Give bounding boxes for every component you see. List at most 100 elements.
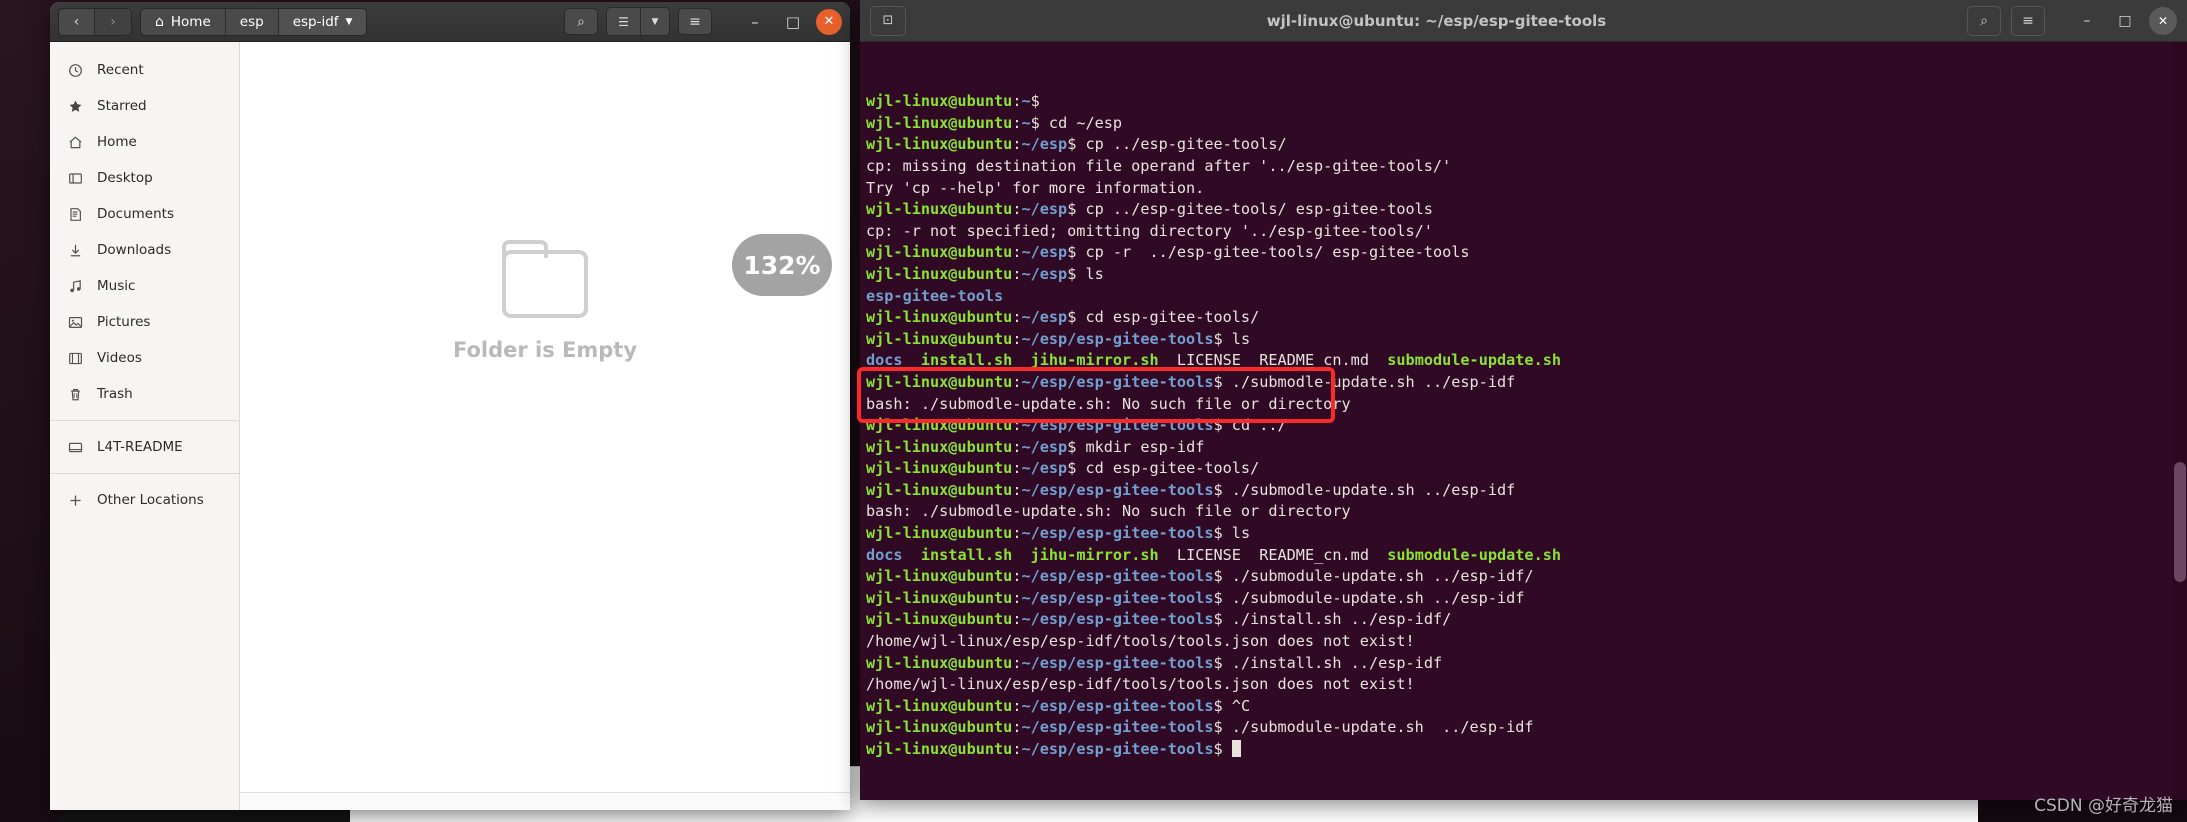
- search-button[interactable]: ⌕: [564, 8, 598, 35]
- terminal-line: docs install.sh jihu-mirror.sh LICENSE R…: [866, 350, 2187, 372]
- terminal-line: wjl-linux@ubuntu:~/esp/esp-gitee-tools$ …: [866, 372, 2187, 394]
- terminal-line: wjl-linux@ubuntu:~/esp$ ls: [866, 264, 2187, 286]
- sidebar-item-home[interactable]: Home: [50, 124, 239, 160]
- minimize-button[interactable]: –: [740, 7, 770, 37]
- sidebar-divider-2: [50, 473, 239, 474]
- music-note-icon: [67, 278, 84, 295]
- terminal-screen[interactable]: wjl-linux@ubuntu:~$ wjl-linux@ubuntu:~$ c…: [860, 42, 2187, 800]
- terminal-output: wjl-linux@ubuntu:~$ wjl-linux@ubuntu:~$ c…: [866, 91, 2187, 760]
- sidebar-item-documents[interactable]: Documents: [50, 196, 239, 232]
- prompt-path: :~/esp/esp-gitee-tools$: [1012, 372, 1223, 391]
- sidebar-label-recent: Recent: [97, 62, 144, 78]
- prompt-user: wjl-linux@ubuntu: [866, 696, 1013, 715]
- terminal-window[interactable]: ⊡ wjl-linux@ubuntu: ~/esp/esp-gitee-tool…: [860, 0, 2187, 800]
- terminal-line: wjl-linux@ubuntu:~/esp$ cd esp-gitee-too…: [866, 458, 2187, 480]
- sidebar-item-recent[interactable]: Recent: [50, 52, 239, 88]
- terminal-maximize-button[interactable]: □: [2111, 7, 2139, 35]
- prompt-user: wjl-linux@ubuntu: [866, 329, 1013, 348]
- prompt-user: wjl-linux@ubuntu: [866, 588, 1013, 607]
- prompt-path: :~$: [1012, 92, 1040, 111]
- breadcrumb-item-esp[interactable]: esp: [225, 8, 279, 35]
- view-dropdown-button[interactable]: ▼: [641, 8, 669, 35]
- sidebar-item-desktop[interactable]: Desktop: [50, 160, 239, 196]
- sidebar-label-videos: Videos: [97, 350, 142, 366]
- ls-entry: install.sh: [920, 545, 1013, 564]
- navigation-buttons: ‹ ›: [58, 7, 132, 36]
- prompt-path: :~/esp/esp-gitee-tools$: [1012, 329, 1223, 348]
- prompt-path: :~/esp$: [1012, 200, 1077, 219]
- new-tab-button[interactable]: ⊡: [870, 5, 906, 36]
- forward-button[interactable]: ›: [95, 8, 131, 35]
- terminal-output-text: cp: -r not specified; omitting directory…: [866, 221, 1433, 240]
- terminal-minimize-button[interactable]: –: [2073, 7, 2101, 35]
- desktop-icon: [67, 170, 84, 187]
- terminal-line: wjl-linux@ubuntu:~$ cd ~/esp: [866, 113, 2187, 135]
- prompt-command: cp ../esp-gitee-tools/: [1076, 135, 1287, 154]
- ls-entry-gap: [903, 351, 921, 369]
- prompt-path: :~/esp$: [1012, 308, 1077, 327]
- prompt-user: wjl-linux@ubuntu: [866, 308, 1013, 327]
- ls-entry-gap: [1241, 546, 1259, 564]
- terminal-line: cp: -r not specified; omitting directory…: [866, 221, 2187, 243]
- prompt-path: :~/esp/esp-gitee-tools$: [1012, 610, 1223, 629]
- prompt-path: :~/esp/esp-gitee-tools$: [1012, 567, 1223, 586]
- prompt-path: :~/esp$: [1012, 459, 1077, 478]
- breadcrumb-item-esp-idf[interactable]: esp-idf ▼: [278, 8, 367, 35]
- terminal-line: wjl-linux@ubuntu:~/esp/esp-gitee-tools$ …: [866, 480, 2187, 502]
- sidebar-label-starred: Starred: [97, 98, 147, 114]
- maximize-icon: □: [785, 12, 801, 31]
- prompt-command: mkdir esp-idf: [1076, 437, 1205, 456]
- ls-entry: jihu-mirror.sh: [1030, 351, 1159, 370]
- list-view-button[interactable]: ☰: [607, 8, 641, 35]
- close-button[interactable]: ✕: [816, 8, 842, 35]
- breadcrumb-label-esp-idf: esp-idf: [292, 13, 339, 30]
- terminal-search-button[interactable]: ⌕: [1967, 5, 2001, 36]
- terminal-scrollbar-thumb[interactable]: [2174, 462, 2186, 582]
- list-view-icon: ☰: [618, 14, 629, 29]
- prompt-path: :~/esp/esp-gitee-tools$: [1012, 480, 1223, 499]
- ls-entry-gap: [1369, 351, 1387, 369]
- prompt-command: ls: [1222, 329, 1251, 348]
- view-mode-buttons: ☰ ▼: [606, 7, 670, 36]
- prompt-path: :~/esp/esp-gitee-tools$: [1012, 740, 1223, 758]
- file-list-area[interactable]: Folder is Empty 132%: [240, 42, 850, 810]
- maximize-button[interactable]: □: [778, 7, 808, 37]
- minimize-icon: –: [751, 12, 759, 31]
- home-icon: [67, 134, 84, 151]
- sidebar-item-videos[interactable]: Videos: [50, 340, 239, 376]
- file-manager-sidebar: Recent Starred Home Desktop Documents Do…: [50, 42, 240, 810]
- breadcrumb: ⌂ Home esp esp-idf ▼: [140, 7, 368, 36]
- file-manager-window[interactable]: ‹ › ⌂ Home esp esp-idf ▼ ⌕ ☰ ▼ ≡ – □ ✕ R…: [50, 2, 850, 810]
- sidebar-item-l4t-readme[interactable]: L4T-README: [50, 429, 239, 465]
- terminal-header-controls: ⌕ ≡ – □ ✕: [1967, 5, 2177, 36]
- terminal-menu-button[interactable]: ≡: [2011, 5, 2045, 36]
- csdn-watermark: CSDN @好奇龙猫: [2034, 796, 2173, 816]
- sidebar-item-starred[interactable]: Starred: [50, 88, 239, 124]
- empty-folder-icon: [502, 240, 588, 318]
- sidebar-item-music[interactable]: Music: [50, 268, 239, 304]
- terminal-output-text: cp: missing destination file operand aft…: [866, 156, 1452, 175]
- ls-entry: docs: [866, 545, 903, 564]
- terminal-output-text: Try 'cp --help' for more information.: [866, 178, 1205, 197]
- hamburger-menu-button[interactable]: ≡: [678, 8, 712, 35]
- close-icon: ✕: [2157, 13, 2169, 28]
- sidebar-item-pictures[interactable]: Pictures: [50, 304, 239, 340]
- back-button[interactable]: ‹: [59, 8, 95, 35]
- ls-entry: submodule-update.sh: [1387, 351, 1561, 370]
- terminal-scrollbar[interactable]: [2173, 42, 2187, 800]
- terminal-title: wjl-linux@ubuntu: ~/esp/esp-gitee-tools: [1266, 11, 1607, 30]
- star-icon: [67, 98, 84, 115]
- prompt-command: ./submodle-update.sh ../esp-idf: [1222, 372, 1516, 391]
- terminal-output-text: /home/wjl-linux/esp/esp-idf/tools/tools.…: [866, 675, 1415, 694]
- ls-entry-gap: [1369, 546, 1387, 564]
- sidebar-item-downloads[interactable]: Downloads: [50, 232, 239, 268]
- terminal-close-button[interactable]: ✕: [2149, 6, 2177, 35]
- sidebar-item-trash[interactable]: Trash: [50, 376, 239, 412]
- prompt-user: wjl-linux@ubuntu: [866, 92, 1013, 111]
- sidebar-label-desktop: Desktop: [97, 170, 153, 186]
- breadcrumb-item-home[interactable]: ⌂ Home: [141, 8, 226, 35]
- ls-entry: LICENSE: [1176, 351, 1241, 370]
- sidebar-item-other-locations[interactable]: Other Locations: [50, 482, 239, 518]
- drive-icon: [67, 439, 84, 456]
- prompt-command: cd esp-gitee-tools/: [1076, 459, 1260, 478]
